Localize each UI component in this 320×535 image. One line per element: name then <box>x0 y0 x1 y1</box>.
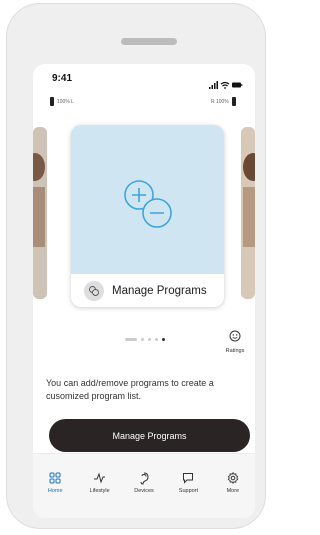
smiley-icon <box>229 330 241 342</box>
tab-devices[interactable]: Devices <box>122 471 166 494</box>
tab-label: More <box>226 488 240 494</box>
card-image <box>71 125 224 274</box>
bottom-tab-bar: Home Lifestyle Devices Support More <box>33 453 255 518</box>
phone-frame: 9:41 100% L R 100% Manage Programs Ratin… <box>6 3 266 529</box>
battery-icon <box>231 97 236 106</box>
left-battery-text: 100% L <box>57 98 74 105</box>
left-device-battery: 100% L <box>47 97 74 106</box>
settings-icon <box>227 472 239 484</box>
tab-support[interactable]: Support <box>166 471 210 494</box>
phone-speaker <box>121 38 177 45</box>
devices-icon <box>140 472 149 485</box>
carousel-dot <box>148 338 151 341</box>
carousel-dot <box>155 338 158 341</box>
ratings-button[interactable]: Ratings <box>221 329 249 354</box>
card-title: Manage Programs <box>112 284 207 297</box>
program-card[interactable]: Manage Programs <box>71 125 224 307</box>
support-icon <box>183 473 194 484</box>
tab-label: Lifestyle <box>89 488 110 494</box>
card-label-row: Manage Programs <box>71 274 224 307</box>
tab-label: Home <box>47 488 63 494</box>
ratings-label: Ratings <box>225 348 245 354</box>
carousel-indicator[interactable] <box>125 338 165 341</box>
signal-wifi-battery-icon <box>209 81 243 89</box>
tab-label: Support <box>178 488 199 494</box>
programs-icon <box>84 280 104 301</box>
status-bar: 9:41 <box>33 64 255 94</box>
right-device-battery: R 100% <box>211 97 239 106</box>
app-screen: 9:41 100% L R 100% Manage Programs Ratin… <box>33 64 255 518</box>
tab-lifestyle[interactable]: Lifestyle <box>77 471 121 494</box>
manage-programs-button[interactable]: Manage Programs <box>49 419 250 452</box>
carousel-dot <box>125 338 137 341</box>
description-text: You can add/remove programs to create a … <box>46 378 214 401</box>
status-icons <box>209 76 243 94</box>
tab-home[interactable]: Home <box>33 471 77 494</box>
previous-card[interactable] <box>33 127 47 299</box>
next-card[interactable] <box>241 127 255 299</box>
person-photo-right <box>241 127 255 299</box>
battery-icon <box>50 97 54 106</box>
add-remove-icon <box>124 180 172 228</box>
tab-label: Devices <box>134 488 154 494</box>
person-photo-left <box>33 127 47 299</box>
right-battery-text: R 100% <box>211 98 229 105</box>
lifestyle-icon <box>94 472 106 484</box>
status-time: 9:41 <box>52 73 73 84</box>
tab-more[interactable]: More <box>211 471 255 494</box>
carousel-dot <box>141 338 144 341</box>
home-grid-icon <box>49 472 61 484</box>
carousel-dot-active <box>162 338 165 341</box>
